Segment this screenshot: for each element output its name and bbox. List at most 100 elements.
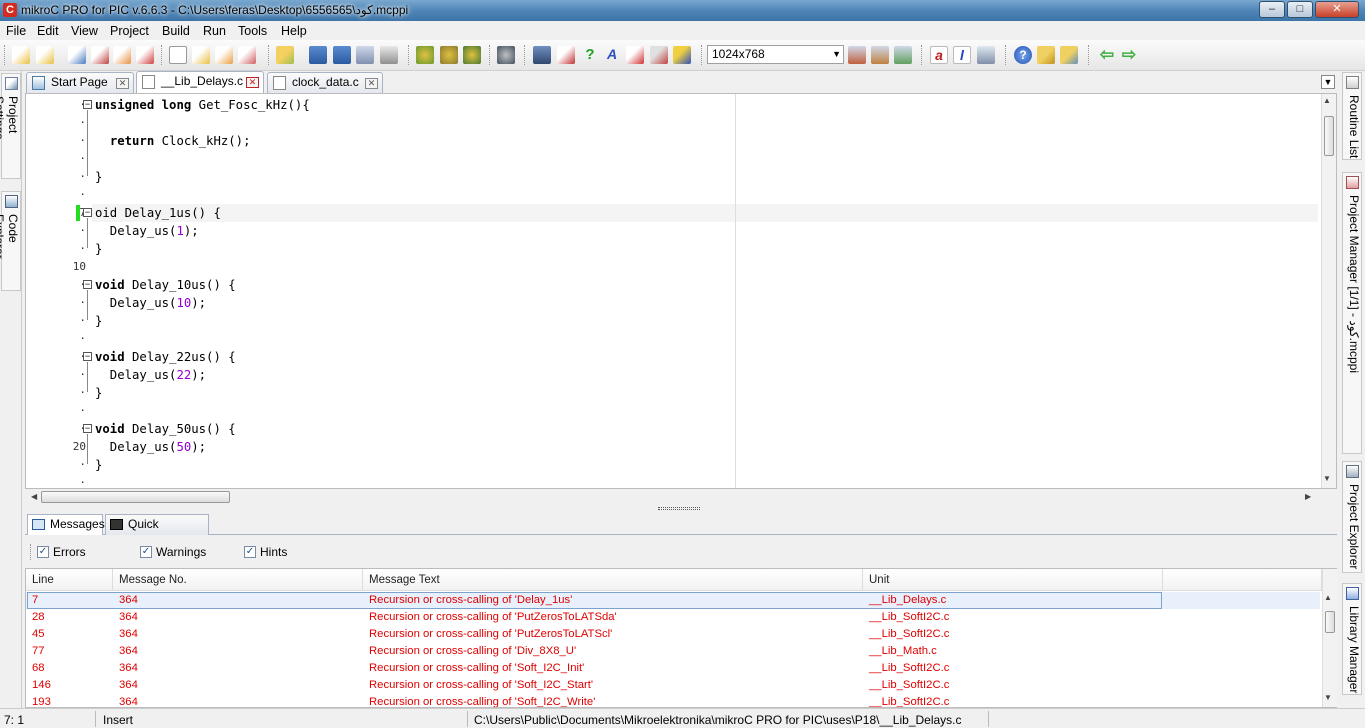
code-editor[interactable]: ······7··10·········20·· unsigned long G…: [25, 93, 1337, 489]
code-line[interactable]: }: [95, 168, 102, 186]
tab-library-manager[interactable]: Library Manager: [1342, 583, 1362, 695]
menu-run[interactable]: Run: [199, 23, 230, 39]
options-icon[interactable]: [673, 46, 691, 64]
code-line[interactable]: Delay_us(10);: [95, 294, 206, 312]
tab-project-explorer[interactable]: Project Explorer: [1342, 461, 1362, 573]
close-icon[interactable]: ✕: [365, 78, 378, 89]
usart-terminal-icon[interactable]: [533, 46, 551, 64]
resolution-select[interactable]: 1024x768 ▼: [707, 45, 844, 64]
messages-table[interactable]: Line Message No. Message Text Unit 7 364 R…: [25, 568, 1337, 708]
fold-toggle[interactable]: −: [83, 100, 92, 109]
fold-toggle[interactable]: −: [83, 280, 92, 289]
font-icon[interactable]: A: [603, 46, 621, 64]
add-file-icon[interactable]: [215, 46, 233, 64]
message-row[interactable]: 77 364 Recursion or cross-calling of 'Div_…: [26, 643, 1320, 660]
tab-routine-list[interactable]: Routine List: [1342, 72, 1362, 160]
fold-toggle[interactable]: −: [83, 424, 92, 433]
print-icon[interactable]: [380, 46, 398, 64]
layout-icon-1[interactable]: [848, 46, 866, 64]
tab-project-manager[interactable]: Project Manager [1/1] - كود.mcppi: [1342, 172, 1362, 454]
fold-toggle[interactable]: −: [83, 352, 92, 361]
code-line[interactable]: return Clock_kHz();: [95, 132, 251, 150]
save-icon[interactable]: [309, 46, 327, 64]
scroll-down-icon[interactable]: ▼: [1323, 474, 1331, 483]
back-arrow-icon[interactable]: ⇦: [1098, 46, 1116, 64]
lcd-designer-icon[interactable]: [977, 46, 995, 64]
seven-segment-icon[interactable]: l: [953, 46, 971, 64]
tab-start-page[interactable]: Start Page ✕: [26, 72, 134, 93]
code-line[interactable]: }: [95, 384, 102, 402]
close-icon[interactable]: ✕: [246, 77, 259, 88]
key-icon[interactable]: [1037, 46, 1055, 64]
edit-project-icon[interactable]: [91, 46, 109, 64]
column-header-line[interactable]: Line: [26, 569, 113, 591]
panel-splitter[interactable]: [25, 505, 1337, 513]
code-line[interactable]: void Delay_10us() {: [95, 276, 236, 294]
code-line[interactable]: unsigned long Get_Fosc_kHz(){: [95, 96, 310, 114]
message-row[interactable]: 68 364 Recursion or cross-calling of 'Soft…: [26, 660, 1320, 677]
message-row[interactable]: 193 364 Recursion or cross-calling of 'Sof…: [26, 694, 1320, 707]
close-icon[interactable]: ✕: [116, 78, 129, 89]
code-line[interactable]: }: [95, 312, 102, 330]
find-icon[interactable]: [1060, 46, 1078, 64]
save-all-icon[interactable]: [333, 46, 351, 64]
tab-quick-converter[interactable]: Quick Converter: [105, 514, 209, 550]
tab-messages[interactable]: Messages: [27, 514, 105, 535]
scroll-thumb[interactable]: [41, 491, 230, 503]
code-line[interactable]: void Delay_50us() {: [95, 420, 236, 438]
column-header-message-text[interactable]: Message Text: [363, 569, 863, 591]
tab-code-explorer[interactable]: Code Explorer: [0, 191, 21, 291]
menu-file[interactable]: File: [2, 23, 30, 39]
code-line[interactable]: void Delay_22us() {: [95, 348, 236, 366]
save-project-icon[interactable]: [68, 46, 86, 64]
open-file-icon[interactable]: [192, 46, 210, 64]
code-line[interactable]: }: [95, 240, 102, 258]
warnings-checkbox[interactable]: ✓ Warnings: [140, 546, 206, 559]
app-icon[interactable]: C: [3, 3, 17, 17]
errors-checkbox[interactable]: ✓ Errors: [37, 546, 86, 559]
export-icon[interactable]: [626, 46, 644, 64]
tab-project-settings[interactable]: Project Settings: [0, 73, 21, 179]
splitter-grip[interactable]: [658, 507, 700, 510]
statistics-icon[interactable]: [557, 46, 575, 64]
menu-tools[interactable]: Tools: [234, 23, 271, 39]
column-header-unit[interactable]: Unit: [863, 569, 1163, 591]
scroll-right-icon[interactable]: ▶: [1305, 492, 1311, 501]
scroll-thumb[interactable]: [1325, 611, 1335, 633]
build-icon[interactable]: [416, 46, 434, 64]
help-icon[interactable]: ?: [1014, 46, 1032, 64]
message-row[interactable]: 146 364 Recursion or cross-calling of 'Sof…: [26, 677, 1320, 694]
scroll-left-icon[interactable]: ◀: [31, 492, 37, 501]
tools-icon[interactable]: [650, 46, 668, 64]
code-area[interactable]: unsigned long Get_Fosc_kHz(){− return Cl…: [26, 94, 1321, 488]
menu-project[interactable]: Project: [106, 23, 153, 39]
menu-build[interactable]: Build: [158, 23, 194, 39]
new-file-icon[interactable]: [169, 46, 187, 64]
maximize-button[interactable]: □: [1287, 1, 1313, 18]
code-line[interactable]: oid Delay_1us() {: [95, 204, 221, 222]
fold-toggle[interactable]: −: [83, 208, 92, 217]
editor-vertical-scrollbar[interactable]: ▲ ▼: [1321, 94, 1336, 488]
code-line[interactable]: Delay_us(1);: [95, 222, 199, 240]
code-line[interactable]: Delay_us(50);: [95, 438, 206, 456]
scroll-down-icon[interactable]: ▼: [1324, 693, 1332, 702]
menu-help[interactable]: Help: [277, 23, 311, 39]
remove-file-icon[interactable]: [238, 46, 256, 64]
ascii-chart-icon[interactable]: a: [930, 46, 948, 64]
minimize-button[interactable]: –: [1259, 1, 1285, 18]
open-project-icon[interactable]: [36, 46, 54, 64]
project-settings-icon[interactable]: [136, 46, 154, 64]
scroll-up-icon[interactable]: ▲: [1324, 593, 1332, 602]
tab-list-dropdown[interactable]: ▼: [1321, 75, 1335, 89]
message-row[interactable]: 28 364 Recursion or cross-calling of 'PutZ…: [26, 609, 1320, 626]
build-program-icon[interactable]: [463, 46, 481, 64]
message-row[interactable]: 7 364 Recursion or cross-calling of 'Delay…: [26, 592, 1320, 609]
close-file-icon[interactable]: [356, 46, 374, 64]
messages-vertical-scrollbar[interactable]: ▲ ▼: [1322, 569, 1337, 707]
column-header-message-no[interactable]: Message No.: [113, 569, 363, 591]
code-line[interactable]: Delay_us(22);: [95, 366, 206, 384]
scroll-up-icon[interactable]: ▲: [1323, 96, 1331, 105]
tab-lib-delays[interactable]: __Lib_Delays.c ✕: [136, 71, 264, 93]
programmer-icon[interactable]: [497, 46, 515, 64]
layout-icon-2[interactable]: [871, 46, 889, 64]
